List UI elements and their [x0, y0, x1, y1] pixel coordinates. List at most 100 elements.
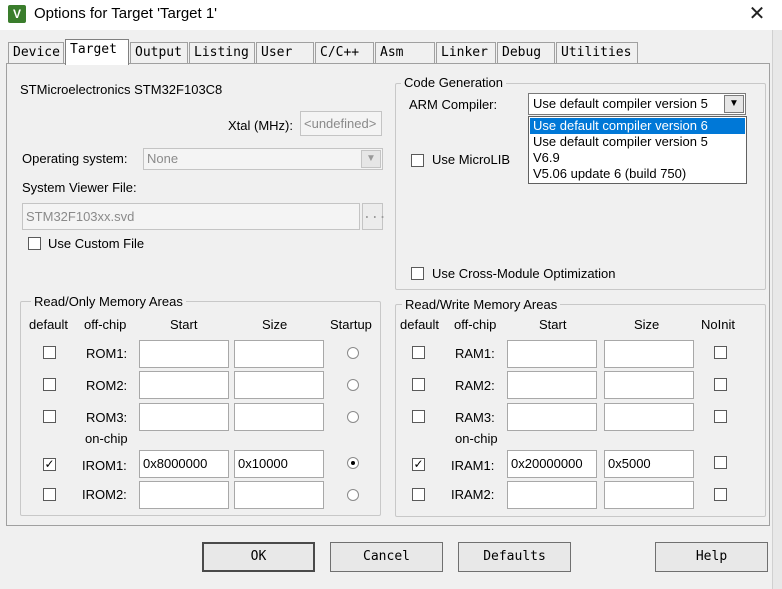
- ram2-noinit-checkbox[interactable]: [714, 378, 727, 391]
- iram1-default-checkbox[interactable]: ✓: [412, 458, 425, 471]
- ram2-default-checkbox[interactable]: [412, 378, 425, 391]
- rom2-default-checkbox[interactable]: [43, 378, 56, 391]
- tab-output[interactable]: Output: [130, 42, 188, 64]
- code-generation-legend: Code Generation: [401, 75, 507, 90]
- iram2-default-checkbox[interactable]: [412, 488, 425, 501]
- tab-listing[interactable]: Listing: [189, 42, 255, 64]
- xtal-input[interactable]: <undefined>: [300, 111, 382, 136]
- rom-onchip-label: on-chip: [85, 431, 128, 446]
- rom2-start-input[interactable]: [139, 371, 229, 399]
- help-button[interactable]: Help: [655, 542, 768, 572]
- irom1-default-checkbox[interactable]: ✓: [43, 458, 56, 471]
- checkmark-icon: ✓: [413, 457, 424, 471]
- ram1-noinit-checkbox[interactable]: [714, 346, 727, 359]
- cross-module-checkbox[interactable]: [411, 267, 424, 280]
- tab-target[interactable]: Target: [65, 39, 129, 65]
- ram3-default-checkbox[interactable]: [412, 410, 425, 423]
- compiler-option[interactable]: V6.9: [530, 150, 745, 166]
- tab-utilities[interactable]: Utilities: [556, 42, 638, 64]
- iram2-noinit-checkbox[interactable]: [714, 488, 727, 501]
- ram1-start-input[interactable]: [507, 340, 597, 368]
- iram2-label: IRAM2:: [451, 487, 495, 502]
- rom3-start-input[interactable]: [139, 403, 229, 431]
- microlib-label: Use MicroLIB: [432, 152, 511, 167]
- compiler-dropdown-list: Use default compiler version 6 Use defau…: [528, 116, 747, 184]
- ram2-size-input[interactable]: [604, 371, 694, 399]
- rom1-size-input[interactable]: [234, 340, 324, 368]
- ram3-noinit-checkbox[interactable]: [714, 410, 727, 423]
- irom2-size-input[interactable]: [234, 481, 324, 509]
- iram2-size-input[interactable]: [604, 481, 694, 509]
- svd-path-input[interactable]: STM32F103xx.svd: [22, 203, 360, 230]
- microlib-checkbox[interactable]: [411, 154, 424, 167]
- iram1-start-input[interactable]: 0x20000000: [507, 450, 597, 478]
- ram-onchip-label: on-chip: [455, 431, 498, 446]
- irom2-startup-radio[interactable]: [347, 489, 359, 501]
- rom3-label: ROM3:: [86, 410, 128, 425]
- rom1-startup-radio[interactable]: [347, 347, 359, 359]
- iram2-start-input[interactable]: [507, 481, 597, 509]
- ram3-start-input[interactable]: [507, 403, 597, 431]
- irom2-start-input[interactable]: [139, 481, 229, 509]
- window-title: Options for Target 'Target 1': [34, 5, 218, 22]
- rom1-label: ROM1:: [86, 346, 128, 361]
- checkmark-icon: ✓: [44, 457, 55, 471]
- arm-compiler-label: ARM Compiler:: [409, 97, 498, 112]
- ram-header-size: Size: [634, 317, 660, 332]
- compiler-option[interactable]: Use default compiler version 5: [530, 134, 745, 150]
- compiler-option[interactable]: Use default compiler version 6: [530, 118, 745, 134]
- rom-legend: Read/Only Memory Areas: [31, 294, 186, 309]
- ram3-label: RAM3:: [455, 410, 495, 425]
- close-icon[interactable]: ✕: [745, 2, 769, 26]
- ok-button[interactable]: OK: [202, 542, 315, 572]
- irom1-startup-radio[interactable]: [347, 457, 359, 469]
- os-select[interactable]: None: [143, 148, 383, 170]
- device-name: STMicroelectronics STM32F103C8: [20, 82, 223, 97]
- custom-file-checkbox[interactable]: [28, 237, 41, 250]
- iram1-label: IRAM1:: [451, 458, 495, 473]
- rom-header-size: Size: [262, 317, 288, 332]
- tab-user[interactable]: User: [256, 42, 314, 64]
- rom1-default-checkbox[interactable]: [43, 346, 56, 359]
- xtal-label: Xtal (MHz):: [228, 118, 293, 133]
- ram1-label: RAM1:: [455, 346, 495, 361]
- irom1-label: IROM1:: [82, 458, 127, 473]
- rom2-size-input[interactable]: [234, 371, 324, 399]
- ram2-start-input[interactable]: [507, 371, 597, 399]
- custom-file-label: Use Custom File: [48, 236, 145, 251]
- os-label: Operating system:: [22, 151, 128, 166]
- iram1-noinit-checkbox[interactable]: [714, 456, 727, 469]
- irom1-start-input[interactable]: 0x8000000: [139, 450, 229, 478]
- rom1-start-input[interactable]: [139, 340, 229, 368]
- rom3-default-checkbox[interactable]: [43, 410, 56, 423]
- tab-asm[interactable]: Asm: [375, 42, 435, 64]
- background-scrollbar: [772, 30, 782, 589]
- ram-header-start: Start: [539, 317, 567, 332]
- ram3-size-input[interactable]: [604, 403, 694, 431]
- irom2-default-checkbox[interactable]: [43, 488, 56, 501]
- browse-button[interactable]: ...: [362, 203, 386, 230]
- irom2-label: IROM2:: [82, 487, 127, 502]
- tab-device[interactable]: Device: [8, 42, 64, 64]
- ram1-size-input[interactable]: [604, 340, 694, 368]
- chevron-down-icon[interactable]: ▼: [724, 95, 744, 113]
- tab-linker[interactable]: Linker: [436, 42, 496, 64]
- ram-legend: Read/Write Memory Areas: [402, 297, 561, 312]
- cancel-button[interactable]: Cancel: [330, 542, 443, 572]
- rom3-startup-radio[interactable]: [347, 411, 359, 423]
- tab-debug[interactable]: Debug: [497, 42, 555, 64]
- defaults-button[interactable]: Defaults: [458, 542, 571, 572]
- rom-header-default: default: [29, 317, 69, 332]
- ram1-default-checkbox[interactable]: [412, 346, 425, 359]
- ram-header-default: default: [400, 317, 440, 332]
- rom2-startup-radio[interactable]: [347, 379, 359, 391]
- irom1-size-input[interactable]: 0x10000: [234, 450, 324, 478]
- tab-cpp[interactable]: C/C++: [315, 42, 374, 64]
- rom-header-offchip: off-chip: [84, 317, 127, 332]
- rom3-size-input[interactable]: [234, 403, 324, 431]
- chevron-down-icon[interactable]: ▼: [361, 150, 381, 168]
- arm-compiler-select[interactable]: Use default compiler version 5: [528, 93, 746, 115]
- ram2-label: RAM2:: [455, 378, 495, 393]
- iram1-size-input[interactable]: 0x5000: [604, 450, 694, 478]
- compiler-option[interactable]: V5.06 update 6 (build 750): [530, 166, 745, 182]
